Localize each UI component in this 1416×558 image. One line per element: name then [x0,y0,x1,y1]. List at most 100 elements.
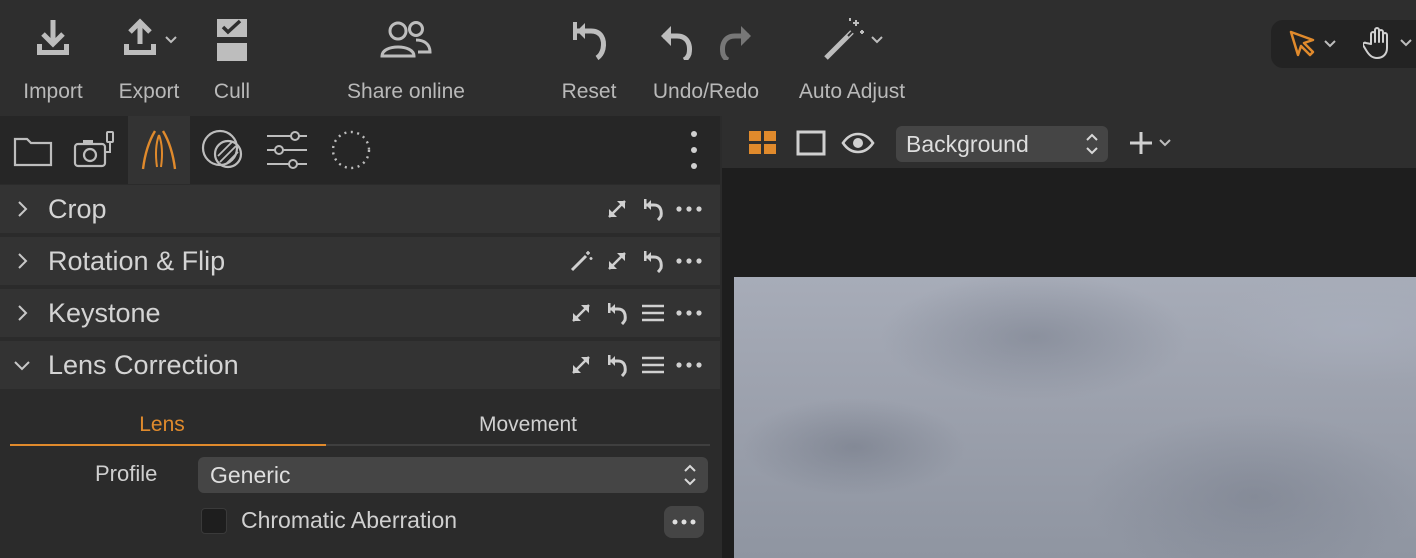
profile-label: Profile [95,461,158,486]
color-icon [201,129,243,169]
lens-correction-subtabs: Lens Movement [10,406,710,446]
import-icon [33,0,73,80]
subtab-movement[interactable]: Movement [366,406,690,444]
export-label: Export [118,80,180,103]
background-select[interactable]: Background [896,126,1108,162]
presets-list-icon[interactable] [640,300,666,326]
more-options-icon[interactable] [676,300,702,326]
profile-value: Generic [210,461,291,488]
rotation-flip-tool-header[interactable]: Rotation & Flip [0,237,720,285]
photo-preview[interactable] [734,277,1416,558]
folder-icon [13,137,53,167]
chromatic-aberration-label: Chromatic Aberration [241,507,458,533]
auto-adjust-label: Auto Adjust [798,80,906,103]
camera-tether-icon [73,131,114,168]
add-layer-button[interactable] [1122,126,1178,160]
chevron-down-icon [0,359,44,371]
export-icon [124,18,156,55]
chevron-right-icon [0,304,44,322]
subtab-lens[interactable]: Lens [10,406,314,444]
expand-icon[interactable] [604,248,630,274]
cursor-tools [1271,20,1416,68]
export-button[interactable]: Export [110,0,188,116]
chevron-down-icon [871,36,883,44]
chevron-down-icon [1400,39,1412,47]
grid-view-button[interactable] [746,126,780,160]
expand-icon[interactable] [604,196,630,222]
more-options-icon [672,519,696,525]
magic-wand-icon[interactable] [568,248,594,274]
main-toolbar: Import Export Cull Share online Reset Un… [0,0,1416,116]
tab-capture[interactable] [64,116,126,184]
tab-library[interactable] [2,116,64,184]
undo-redo-icons [659,0,753,80]
magic-wand-icon [824,18,864,60]
chromatic-aberration-more-button[interactable] [664,506,704,538]
export-icon-wrap [120,0,178,80]
keystone-tool-header[interactable]: Keystone [0,289,720,337]
single-view-button[interactable] [794,126,828,160]
crop-tool-header[interactable]: Crop [0,185,720,233]
import-button[interactable]: Import [14,0,92,116]
more-options-icon[interactable] [676,352,702,378]
chevron-right-icon [0,252,44,270]
background-value: Background [906,130,1029,157]
eye-icon [841,132,875,154]
chromatic-aberration-checkbox[interactable] [201,508,227,534]
presets-list-icon[interactable] [640,352,666,378]
cull-button[interactable]: Cull [204,0,260,116]
lens-icon [141,130,177,170]
updown-chevron-icon [684,464,696,486]
rotation-flip-title: Rotation & Flip [48,245,226,276]
lens-correction-title: Lens Correction [48,349,239,380]
expand-icon[interactable] [568,352,594,378]
more-options-icon[interactable] [676,196,702,222]
cull-icon [215,0,249,80]
pan-tool[interactable] [1363,26,1413,60]
single-view-icon [796,130,826,156]
tab-color[interactable] [192,116,254,184]
auto-adjust-button[interactable]: Auto Adjust [788,0,916,116]
more-tabs-menu[interactable] [682,128,706,172]
share-online-label: Share online [347,80,465,103]
pointer-arrow-icon [1289,30,1315,57]
preview-button[interactable] [840,126,876,160]
tab-adjustments[interactable] [256,116,318,184]
reset-tool-icon[interactable] [604,300,630,326]
viewer-toolbar: Background [722,116,1416,168]
lens-correction-tool-header[interactable]: Lens Correction [0,341,720,389]
import-label: Import [23,80,83,103]
tab-lens[interactable] [128,116,190,184]
plus-icon [1130,132,1152,154]
cull-label: Cull [213,80,251,103]
redo-icon[interactable] [717,20,753,60]
reset-label: Reset [561,80,617,103]
grid-view-icon [749,131,776,154]
auto-adjust-icon-wrap [820,0,884,80]
image-viewer: Background [722,116,1416,558]
more-options-icon[interactable] [676,248,702,274]
subtab-active-indicator [10,444,326,446]
share-online-button[interactable]: Share online [334,0,478,116]
keystone-title: Keystone [48,297,161,328]
tab-details[interactable] [320,116,382,184]
undo-redo-group: Undo/Redo [644,0,768,116]
expand-icon[interactable] [568,300,594,326]
chevron-down-icon [1159,139,1171,147]
people-icon [378,0,434,80]
chevron-down-icon [165,36,177,44]
reset-tool-icon[interactable] [604,352,630,378]
profile-select[interactable]: Generic [198,457,708,493]
crop-title: Crop [48,193,107,224]
select-tool[interactable] [1287,28,1337,60]
reset-button[interactable]: Reset [554,0,624,116]
tools-panel: Crop Rotation & Flip Keystone Lens Corre… [0,116,720,558]
reset-icon [569,0,609,80]
updown-chevron-icon [1086,133,1098,155]
undo-icon[interactable] [659,20,695,60]
adjustments-icon [267,131,307,169]
reset-tool-icon[interactable] [640,248,666,274]
reset-tool-icon[interactable] [640,196,666,222]
hand-icon [1363,27,1388,59]
chevron-right-icon [0,200,44,218]
